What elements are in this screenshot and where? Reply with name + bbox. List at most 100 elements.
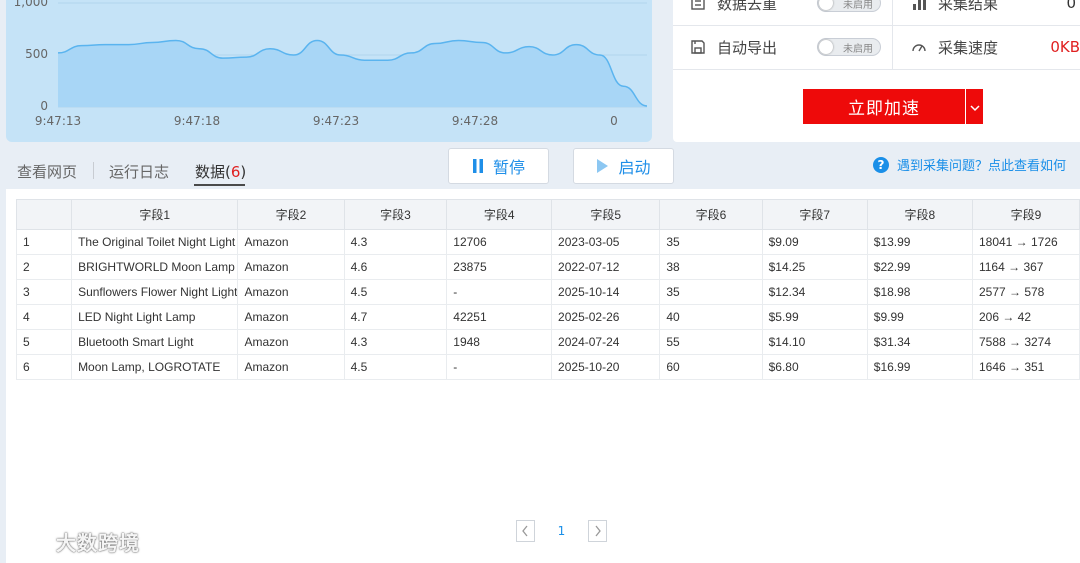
save-icon <box>689 38 707 56</box>
result-cell: 采集结果 0 <box>894 0 1080 25</box>
table-row[interactable]: 4 LED Night Light Lamp Amazon 4.7 42251 2025-… <box>15 304 1080 330</box>
chevron-left-icon <box>522 525 528 537</box>
row-index-cell: 6 <box>15 354 73 380</box>
start-button[interactable]: 启动 <box>573 148 674 184</box>
help-link[interactable]: ? 遇到采集问题？点此查看如何 <box>873 155 1066 174</box>
table-row[interactable]: 6 Moon Lamp, LOGROTATE Amazon 4.5-2025-10-2… <box>15 354 1080 380</box>
row-index-cell: 2 <box>15 254 73 280</box>
dedupe-label: 数据去重 <box>717 0 778 13</box>
table-row[interactable]: 1 The Original Toilet Night Light Amazon 4.… <box>15 229 1080 255</box>
tab-data[interactable]: 数据(6) <box>195 161 246 182</box>
table-row[interactable]: 2 BRIGHTWORLD Moon Lamp Amazon 4.6 23875 2022… <box>15 254 1080 280</box>
table-cell: $9.09 <box>761 229 868 255</box>
speed-label: 采集速度 <box>938 38 999 57</box>
tab-run-log[interactable]: 运行日志 <box>109 161 169 182</box>
table-cell: 1948 <box>446 329 553 355</box>
y-tick-0: 0 <box>40 99 48 113</box>
table-cell: BRIGHTWORLD Moon Lamp <box>71 254 239 280</box>
column-header[interactable]: 字段4 <box>446 199 553 230</box>
column-header[interactable]: 字段2 <box>237 199 345 230</box>
table-cell: $14.25 <box>761 254 868 280</box>
toggle-knob <box>819 0 834 10</box>
table-cell: 4.5 <box>343 279 448 305</box>
table-cell: 4.3 <box>343 229 448 255</box>
table-cell: 4.3 <box>343 329 448 355</box>
column-header[interactable]: 字段9 <box>971 199 1080 230</box>
column-header[interactable]: 字段8 <box>866 199 973 230</box>
table-cell: Amazon <box>237 354 345 380</box>
data-table-panel: 字段1 字段2 字段3 字段4 字段5 字段6 字段7 字段8 字段9 1 The… <box>6 189 1080 563</box>
table-cell: Amazon <box>237 329 345 355</box>
table-cell: 4.7 <box>343 304 448 330</box>
boost-button[interactable]: 立即加速 <box>803 89 965 124</box>
next-page-button[interactable] <box>588 520 607 542</box>
list-icon <box>689 0 707 12</box>
x-tick-5: 0 <box>610 114 618 128</box>
table-cell: Bluetooth Smart Light <box>71 329 239 355</box>
table-cell: 4.6 <box>343 254 448 280</box>
column-header[interactable]: 字段5 <box>551 199 661 230</box>
x-tick-4: 9:47:28 <box>451 114 499 128</box>
column-header[interactable]: 字段3 <box>343 199 448 230</box>
table-cell: Moon Lamp, LOGROTATE <box>71 354 239 380</box>
table-cell: 2022-07-12 <box>551 254 661 280</box>
settings-divider <box>673 69 1080 70</box>
table-cell: Amazon <box>237 254 345 280</box>
pause-icon <box>472 158 484 174</box>
chevron-right-icon <box>595 525 601 537</box>
result-label: 采集结果 <box>938 0 999 13</box>
table-cell: 206 → 42 <box>971 304 1080 330</box>
table-row[interactable]: 3 Sunflowers Flower Night Light Amazon 4.5-… <box>15 279 1080 305</box>
prev-page-button[interactable] <box>516 520 535 542</box>
table-cell: $9.99 <box>866 304 973 330</box>
dedupe-toggle-text: 未启用 <box>843 0 874 11</box>
boost-dropdown[interactable] <box>966 89 983 124</box>
tab-data-label: 数据( <box>195 163 231 181</box>
table-cell: 38 <box>659 254 763 280</box>
table-cell: Amazon <box>237 279 345 305</box>
column-header[interactable]: 字段1 <box>71 199 239 230</box>
table-cell: $16.99 <box>866 354 973 380</box>
table-cell: The Original Toilet Night Light <box>71 229 239 255</box>
table-header-row: 字段1 字段2 字段3 字段4 字段5 字段6 字段7 字段8 字段9 <box>15 199 1080 230</box>
table-cell: Sunflowers Flower Night Light <box>71 279 239 305</box>
settings-row-export: 自动导出 未启用 采集速度 0KB <box>673 25 1080 69</box>
table-cell: LED Night Light Lamp <box>71 304 239 330</box>
x-tick-1: 9:47:13 <box>34 114 82 128</box>
dedupe-toggle[interactable]: 未启用 <box>817 0 882 12</box>
tab-view-page[interactable]: 查看网页 <box>17 161 77 182</box>
speedometer-icon <box>910 38 928 56</box>
table-cell: $6.80 <box>761 354 868 380</box>
tab-data-close: ) <box>240 163 247 181</box>
export-toggle[interactable]: 未启用 <box>817 38 882 56</box>
chart-area-series <box>58 40 647 107</box>
table-cell: 2023-03-05 <box>551 229 661 255</box>
watermark: 大数跨境 <box>8 527 140 556</box>
pause-button[interactable]: 暂停 <box>448 148 549 184</box>
tab-data-count: 6 <box>230 163 241 181</box>
table-cell: 2024-07-24 <box>551 329 661 355</box>
table-cell: $12.34 <box>761 279 868 305</box>
table-row[interactable]: 5 Bluetooth Smart Light Amazon 4.3 1948 2024-… <box>15 329 1080 355</box>
data-table: 字段1 字段2 字段3 字段4 字段5 字段6 字段7 字段8 字段9 1 The… <box>15 199 1080 380</box>
table-cell: 2025-02-26 <box>551 304 661 330</box>
table-cell: 60 <box>659 354 763 380</box>
page-number[interactable]: 1 <box>558 524 566 538</box>
column-header[interactable]: 字段7 <box>761 199 868 230</box>
table-cell: $22.99 <box>866 254 973 280</box>
column-header[interactable]: 字段6 <box>659 199 763 230</box>
table-cell: 12706 <box>446 229 553 255</box>
y-tick-1000: 1,000 <box>13 0 48 9</box>
table-body: 1 The Original Toilet Night Light Amazon 4.… <box>15 229 1080 380</box>
table-cell: Amazon <box>237 229 345 255</box>
row-index-cell: 1 <box>15 229 73 255</box>
row-index-cell: 4 <box>15 304 73 330</box>
table-cell: $14.10 <box>761 329 868 355</box>
pause-label: 暂停 <box>492 158 525 177</box>
table-cell: $31.34 <box>866 329 973 355</box>
export-cell: 自动导出 未启用 <box>673 25 893 69</box>
table-cell: Amazon <box>237 304 345 330</box>
table-cell: $18.98 <box>866 279 973 305</box>
row-index-cell: 3 <box>15 279 73 305</box>
table-cell: 2025-10-20 <box>551 354 661 380</box>
